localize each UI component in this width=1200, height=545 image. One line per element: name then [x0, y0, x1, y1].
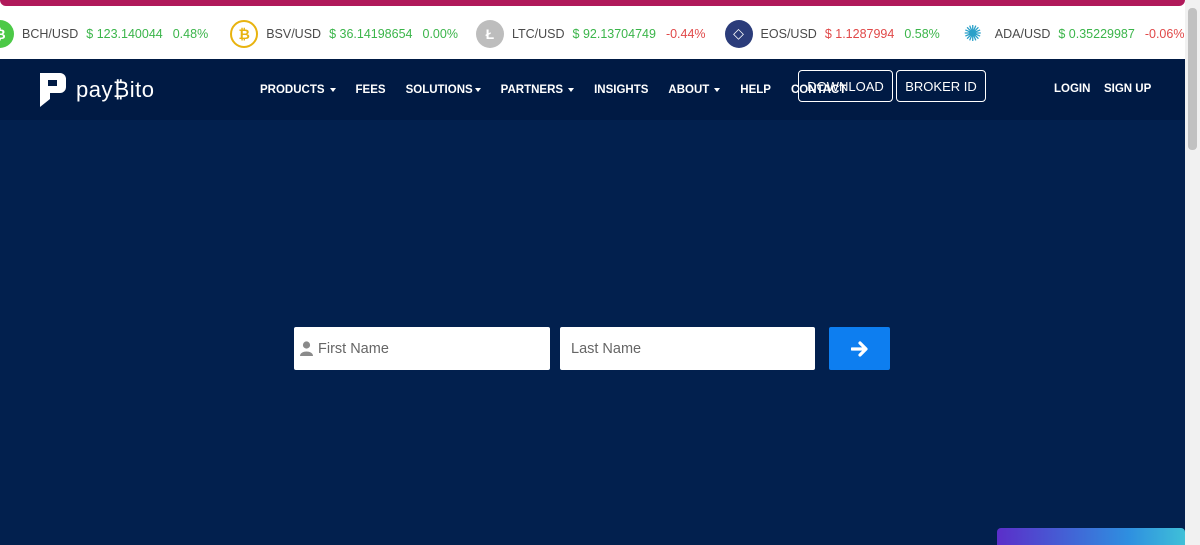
ticker-item-eos[interactable]: ◇ EOS/USD $ 1.1287994 0.58% [724, 8, 940, 59]
last-name-input[interactable] [571, 327, 815, 370]
first-name-input[interactable] [318, 327, 550, 370]
user-icon [300, 341, 313, 356]
ticker-item-bch[interactable]: ₿ BCH/USD $ 123.140044 0.48% [0, 8, 208, 59]
broker-id-button[interactable]: BROKER ID [896, 70, 986, 102]
bitcoin-cash-icon: ₿ [0, 19, 14, 48]
top-accent-bar [0, 0, 1185, 6]
ticker-pair: EOS/USD [760, 26, 817, 41]
nav-products-label: PRODUCTS [260, 83, 325, 96]
ticker-change: 0.58% [904, 26, 940, 41]
nav-help-label: HELP [740, 83, 771, 96]
ticker-price: $ 0.35229987 [1058, 26, 1135, 41]
hero-section [0, 120, 1185, 545]
ticker-price: $ 92.13704749 [572, 26, 656, 41]
paybito-logo-icon [38, 71, 68, 108]
bitcoin-sv-icon: ₿ [230, 19, 259, 48]
ticker-item-ada[interactable]: ✺ ADA/USD $ 0.35229987 -0.06% [958, 8, 1185, 59]
browser-top-strip [0, 0, 1185, 8]
nav-menu: PRODUCTS FEES SOLUTIONS PARTNERS INSIGHT… [260, 59, 866, 120]
submit-button[interactable] [829, 327, 890, 370]
page-scrollbar[interactable] [1185, 0, 1200, 545]
nav-insights-label: INSIGHTS [594, 83, 649, 96]
first-name-field[interactable] [294, 327, 550, 370]
nav-about-label: ABOUT [668, 83, 710, 96]
ticker-change: -0.06% [1144, 26, 1185, 41]
nav-help[interactable]: HELP [740, 84, 771, 96]
chat-widget-tab[interactable] [997, 528, 1185, 545]
caret-down-icon [474, 87, 481, 92]
scrollbar-thumb[interactable] [1188, 8, 1197, 150]
nav-about[interactable]: ABOUT [668, 83, 721, 96]
caret-down-icon [568, 87, 575, 92]
ticker-price: $ 123.140044 [86, 26, 163, 41]
brand-logo[interactable]: pay₿ito [38, 71, 155, 108]
price-ticker: ₿ BCH/USD $ 123.140044 0.48% ₿ BSV/USD $… [0, 8, 1185, 59]
ticker-pair: BCH/USD [22, 26, 79, 41]
caret-down-icon [714, 87, 721, 92]
nav-solutions-label: SOLUTIONS [405, 83, 473, 96]
ticker-pair: ADA/USD [994, 26, 1051, 41]
ticker-change: -0.44% [665, 26, 706, 41]
litecoin-icon: Ł [475, 19, 504, 48]
main-navbar: pay₿ito PRODUCTS FEES SOLUTIONS PARTNERS… [0, 59, 1185, 120]
last-name-field[interactable] [560, 327, 815, 370]
download-button[interactable]: DOWNLOAD [798, 70, 893, 102]
arrow-right-icon [850, 340, 869, 357]
nav-insights[interactable]: INSIGHTS [594, 84, 648, 96]
caret-down-icon [329, 87, 336, 92]
ticker-change: 0.00% [422, 26, 458, 41]
nav-products[interactable]: PRODUCTS [260, 84, 336, 96]
ticker-price: $ 36.14198654 [329, 26, 413, 41]
ticker-item-bsv[interactable]: ₿ BSV/USD $ 36.14198654 0.00% [230, 8, 458, 59]
nav-solutions[interactable]: SOLUTIONS [406, 84, 481, 96]
ticker-item-ltc[interactable]: Ł LTC/USD $ 92.13704749 -0.44% [475, 8, 706, 59]
ticker-pair: LTC/USD [511, 26, 565, 41]
login-link[interactable]: LOGIN [1054, 83, 1090, 95]
ticker-price: $ 1.1287994 [824, 26, 895, 41]
nav-fees-label: FEES [355, 83, 386, 96]
cardano-icon: ✺ [958, 19, 987, 48]
ticker-change: 0.48% [172, 26, 209, 41]
eos-icon: ◇ [724, 19, 753, 48]
nav-partners-label: PARTNERS [500, 83, 564, 96]
signup-link[interactable]: SIGN UP [1104, 83, 1151, 95]
nav-fees[interactable]: FEES [356, 84, 386, 96]
nav-partners[interactable]: PARTNERS [500, 83, 575, 96]
brand-name: pay₿ito [76, 76, 155, 102]
ticker-pair: BSV/USD [266, 26, 322, 41]
